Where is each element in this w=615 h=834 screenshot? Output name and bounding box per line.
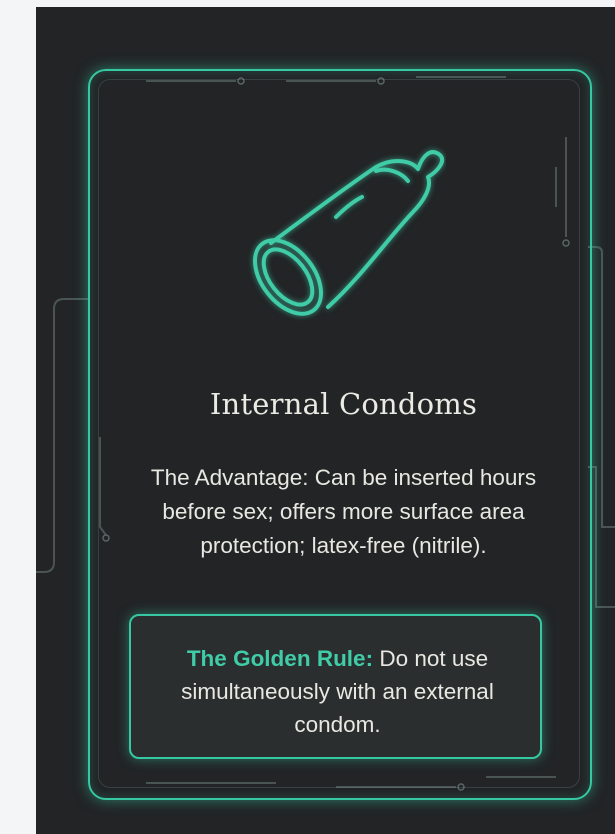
internal-condom-icon <box>236 137 446 347</box>
golden-rule-label: The Golden Rule: <box>186 646 374 671</box>
golden-rule-box: The Golden Rule: Do not use simultaneous… <box>129 614 542 759</box>
card-title: Internal Condoms <box>209 387 478 421</box>
card-frame: Internal Condoms The Advantage: Can be i… <box>36 7 615 834</box>
advantage-text: The Advantage: Can be inserted hours bef… <box>150 465 537 558</box>
golden-rule-text: The Golden Rule: Do not use simultaneous… <box>151 642 524 741</box>
